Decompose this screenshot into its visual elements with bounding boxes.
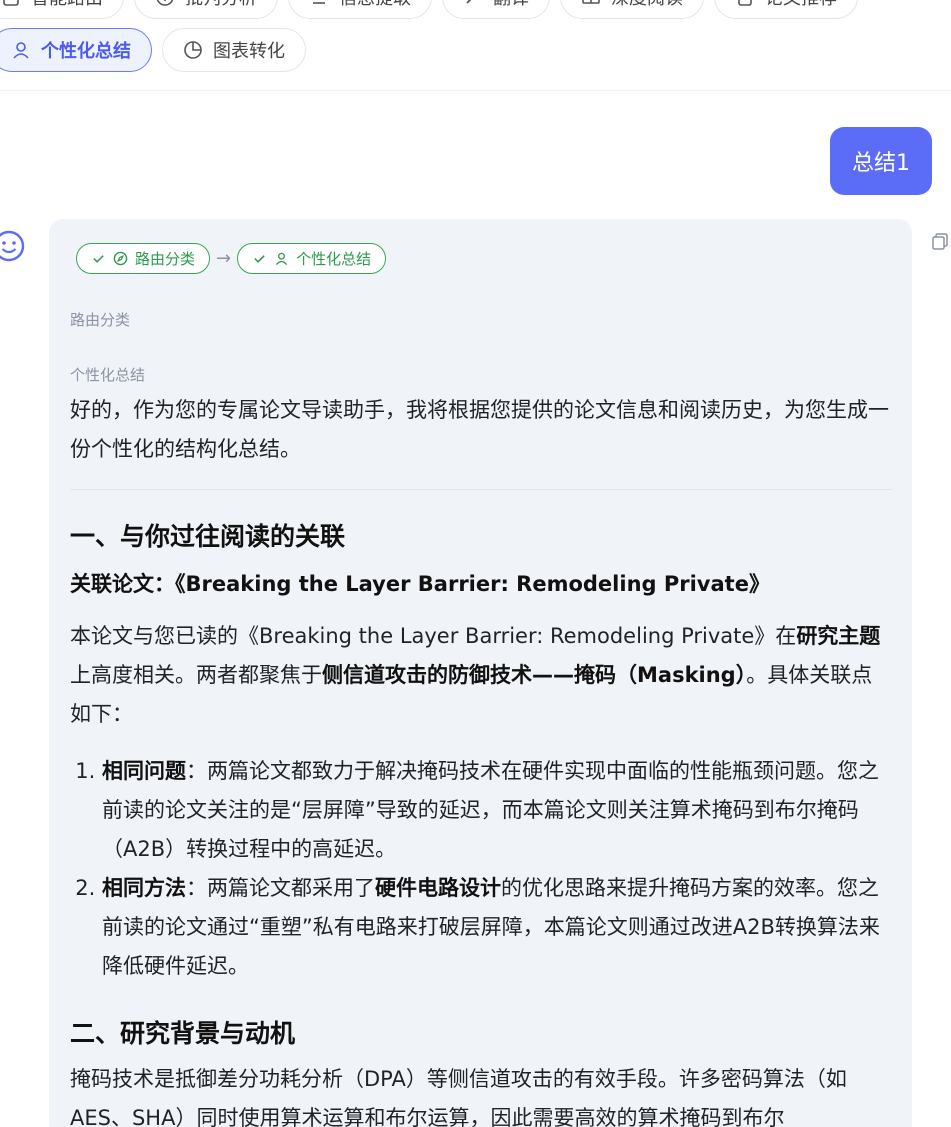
para-bold: 侧信道攻击的防御技术——掩码（Masking）: [322, 663, 747, 687]
chip-paper-recommend[interactable]: 论文推荐: [714, 0, 858, 19]
step-route-classify: 路由分类: [76, 243, 211, 274]
chip-label: 个性化总结: [41, 41, 131, 62]
info-icon: [156, 0, 174, 6]
user-icon: [13, 42, 29, 59]
step-label: 个性化总结: [296, 250, 372, 268]
step-personal-summary: 个性化总结: [237, 243, 387, 274]
chip-label: 信息提取: [339, 0, 411, 10]
chip-info-extract[interactable]: 信息提取: [288, 0, 432, 19]
compass-icon: [113, 251, 128, 266]
chip-label: 智能路由: [31, 0, 103, 10]
chip-label: 批判分析: [185, 0, 257, 10]
pen-icon: [466, 0, 472, 4]
chip-translate[interactable]: 翻译: [442, 0, 550, 19]
list-item: 相同问题：两篇论文都致力于解决掩码技术在硬件实现中面临的性能瓶颈问题。您之前读的…: [102, 752, 891, 869]
section-divider: [70, 489, 892, 490]
chip-smart-route[interactable]: 智能路由: [0, 0, 124, 19]
stage-label-summary: 个性化总结: [70, 366, 146, 384]
section-heading-2: 二、研究背景与动机: [70, 1019, 296, 1048]
user-message-text: 总结1: [852, 151, 910, 176]
document-icon: [3, 0, 19, 6]
item-text: ：两篇论文都采用了: [186, 876, 375, 900]
related-label: 关联论文：: [70, 572, 175, 596]
chip-deep-reading[interactable]: 深度阅读: [560, 0, 704, 19]
para-text: 上高度相关。两者都聚焦于: [70, 663, 322, 687]
chip-label: 深度阅读: [611, 0, 683, 10]
assistant-message-card: 路由分类 → 个性化总结 路由分类 个性化总结 好的，作为您的专属论文导读助手，…: [49, 219, 912, 1127]
chip-chart-convert[interactable]: 图表转化: [162, 28, 306, 72]
copy-icon[interactable]: [930, 231, 950, 251]
toolbar-row-2: 个性化总结 图表转化: [0, 28, 951, 72]
list-item: 相同方法：两篇论文都采用了硬件电路设计的优化思路来提升掩码方案的效率。您之前读的…: [102, 869, 891, 986]
extract-icon: [313, 0, 325, 4]
book-icon: [582, 0, 600, 4]
step-label: 路由分类: [135, 250, 196, 268]
toolbar-divider: [0, 90, 951, 91]
toolbar-row-1: 智能路由 批判分析 信息提取 翻译 深度阅读 论文推荐: [0, 0, 951, 19]
background-paragraph: 掩码技术是抵御差分功耗分析（DPA）等侧信道攻击的有效手段。许多密码算法（如AE…: [70, 1067, 847, 1127]
item-text: ：两篇论文都致力于解决掩码技术在硬件实现中面临的性能瓶颈问题。您之前读的论文关注…: [102, 759, 879, 861]
para-text: 本论文与您已读的《Breaking the Layer Barrier: Rem…: [70, 624, 797, 648]
user-icon: [275, 252, 288, 266]
pipeline-steps: 路由分类 → 个性化总结: [76, 243, 891, 274]
chip-personal-summary[interactable]: 个性化总结: [0, 28, 152, 72]
step-arrow: →: [216, 248, 232, 269]
para-bold: 研究主题: [796, 624, 881, 648]
chip-label: 图表转化: [213, 41, 285, 62]
assistant-smiley-icon: [0, 230, 25, 262]
item-bold: 相同方法: [102, 876, 186, 900]
intro-paragraph: 好的，作为您的专属论文导读助手，我将根据您提供的论文信息和阅读历史，为您生成一份…: [70, 398, 889, 461]
file-icon: [738, 0, 752, 6]
related-paper-title: 关联论文：《Breaking the Layer Barrier: Remode…: [70, 568, 891, 598]
check-icon: [93, 255, 104, 263]
relation-paragraph: 本论文与您已读的《Breaking the Layer Barrier: Rem…: [70, 617, 891, 734]
user-message-bubble: 总结1: [830, 127, 932, 195]
item-bold: 硬件电路设计: [375, 876, 501, 900]
chip-critical-analysis[interactable]: 批判分析: [134, 0, 278, 19]
item-bold: 相同问题: [102, 759, 186, 783]
chip-label: 论文推荐: [765, 0, 837, 10]
related-paper-name: 《Breaking the Layer Barrier: Remodeling …: [175, 572, 770, 596]
check-icon: [254, 255, 265, 263]
section-heading-1: 一、与你过往阅读的关联: [70, 522, 346, 551]
relation-list: 相同问题：两篇论文都致力于解决掩码技术在硬件实现中面临的性能瓶颈问题。您之前读的…: [70, 752, 891, 986]
pie-icon: [184, 41, 202, 59]
stage-label-route: 路由分类: [70, 311, 131, 329]
chip-label: 翻译: [493, 0, 529, 10]
